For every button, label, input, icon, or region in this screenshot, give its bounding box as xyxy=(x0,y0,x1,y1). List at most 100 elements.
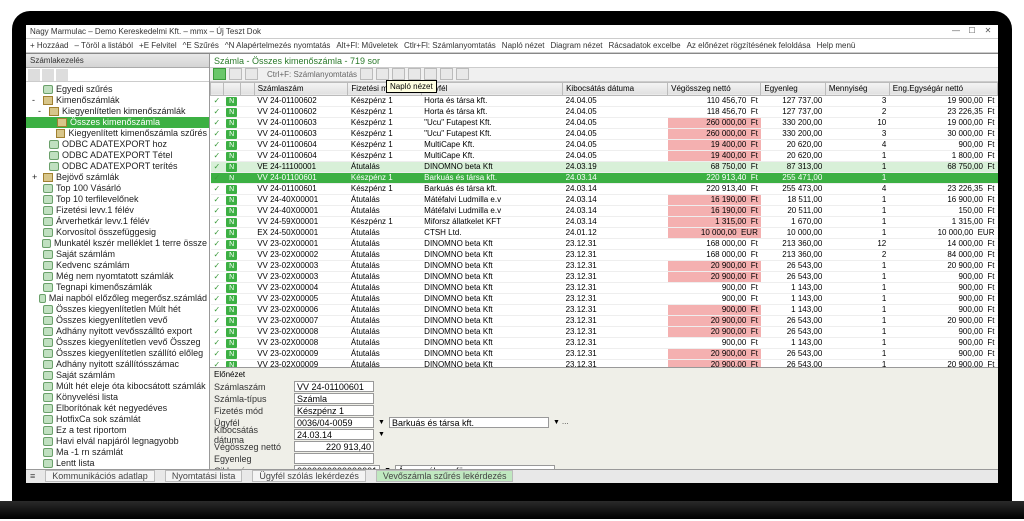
menu-item[interactable]: Napló nézet xyxy=(502,41,545,50)
table-row[interactable]: ✓NVV 24-59X00001Készpénz 1Miforsz állatk… xyxy=(211,216,998,227)
toolbar-icon[interactable] xyxy=(392,68,405,80)
tree-node[interactable]: Adhány nyitott szállítósszámac xyxy=(26,359,209,370)
table-row[interactable]: ✓NVE 24-11100001ÁtutalásDINOMNO beta Kft… xyxy=(211,161,998,172)
menu-item[interactable]: Diagram nézet xyxy=(551,41,603,50)
toolbar-icon[interactable] xyxy=(424,68,437,80)
statusbar-tab[interactable]: Ügyfél szólás lekérdezés xyxy=(252,470,366,482)
statusbar-tab[interactable]: Vevőszámla szűrés lekérdezés xyxy=(376,470,514,482)
column-header[interactable]: Kibocsátás dátuma xyxy=(563,82,668,95)
tree-node[interactable]: Összes kiegyenlítetlen szállító előleg xyxy=(26,348,209,359)
tree-node[interactable]: Mai napból előzőleg megerősz.számlád xyxy=(26,293,209,304)
table-row[interactable]: ✓NVV 23-02X00008ÁtutalásDINOMNO beta Kft… xyxy=(211,326,998,337)
table-row[interactable]: ✓NVV 23-02X00005ÁtutalásDINOMNO beta Kft… xyxy=(211,293,998,304)
menu-item[interactable]: ^E Szűrés xyxy=(183,41,219,50)
tree-node[interactable]: Összes kiegyenlítetlen vevő Összeg xyxy=(26,337,209,348)
column-header[interactable] xyxy=(240,82,254,95)
tree-node[interactable]: Fizetési levv.1 félév xyxy=(26,205,209,216)
tree[interactable]: Egyedi szűrés-Kimenőszámlák-Kiegyenlítet… xyxy=(26,82,209,469)
toolbar-icon[interactable] xyxy=(360,68,373,80)
column-header[interactable] xyxy=(211,82,224,95)
table-row[interactable]: ✓NVV 24-01100601Készpénz 1Barkuás és tár… xyxy=(211,172,998,183)
toolbar-icon[interactable] xyxy=(376,68,389,80)
tree-node[interactable]: Összes kiegyenlítetlen vevő xyxy=(26,315,209,326)
tree-node[interactable]: ODBC ADATEXPORT Tétel xyxy=(26,150,209,161)
menu-item[interactable]: Az előnézet rögzítésének feloldása xyxy=(687,41,811,50)
tree-node[interactable]: -Kimenőszámlák xyxy=(26,95,209,106)
table-row[interactable]: ✓NVV 24-40X00001ÁtutalásMátéfalvi Ludmil… xyxy=(211,194,998,205)
table-row[interactable]: ✓NVV 24-01100604Készpénz 1MultiCape Kft.… xyxy=(211,150,998,161)
tree-node[interactable]: Egyedi szűrés xyxy=(26,84,209,95)
tree-node[interactable]: Összes kiegyenlítetlen Múlt hét xyxy=(26,304,209,315)
menu-item[interactable]: ^N Alapértelmezés nyomtatás xyxy=(225,41,331,50)
tree-node[interactable]: +Bejövő számlák xyxy=(26,172,209,183)
tree-node[interactable]: Még nem nyomtatott számlák xyxy=(26,271,209,282)
toolbar-icon[interactable] xyxy=(408,68,421,80)
grid[interactable]: SzámlaszámFizetési módÜgyfélKibocsátás d… xyxy=(210,82,998,367)
table-row[interactable]: ✓NVV 23-02X00001ÁtutalásDINOMNO beta Kft… xyxy=(211,238,998,249)
tree-node[interactable]: Kedvenc számlám xyxy=(26,260,209,271)
table-row[interactable]: ✓NVV 23-02X00009ÁtutalásDINOMNO beta Kft… xyxy=(211,359,998,367)
menu-item[interactable]: Rácsadatok excelbe xyxy=(609,41,681,50)
detail-ugyfel-code[interactable]: 0036/04-0059 xyxy=(294,417,374,428)
column-header[interactable]: Mennyiség xyxy=(825,82,889,95)
tree-node[interactable]: Múlt hét eleje óta kibocsátott számlák xyxy=(26,381,209,392)
tree-node[interactable]: Korvosítol összefüggesig xyxy=(26,227,209,238)
tree-node[interactable]: Összes kimenőszámla xyxy=(26,117,209,128)
detail-ugyfel-name[interactable]: Barkuás és társa kft. xyxy=(389,417,549,428)
remove-button[interactable] xyxy=(229,68,242,80)
table-row[interactable]: ✓NVV 24-01100604Készpénz 1MultiCape Kft.… xyxy=(211,139,998,150)
tree-node[interactable]: Lentt lista xyxy=(26,458,209,469)
menu-item[interactable]: +E Felvitel xyxy=(139,41,177,50)
tree-node[interactable]: Ez a test riportom xyxy=(26,425,209,436)
detail-szamlaszam[interactable]: VV 24-01100601 xyxy=(294,381,374,392)
table-row[interactable]: ✓NVV 23-02X00008ÁtutalásDINOMNO beta Kft… xyxy=(211,337,998,348)
toolbar-icon[interactable] xyxy=(456,68,469,80)
table-row[interactable]: ✓NVV 23-02X00009ÁtutalásDINOMNO beta Kft… xyxy=(211,348,998,359)
tree-tool-icon[interactable] xyxy=(42,69,54,81)
tree-node[interactable]: Ma -1 rn számlát xyxy=(26,447,209,458)
detail-kibocs[interactable]: 24.03.14 xyxy=(294,429,374,440)
menu-item[interactable]: + Hozzáad xyxy=(30,41,68,50)
grid-header-row[interactable]: SzámlaszámFizetési módÜgyfélKibocsátás d… xyxy=(211,82,998,95)
minimize-button[interactable]: — xyxy=(950,26,962,36)
menu-item[interactable]: Alt+Fl: Műveletek xyxy=(336,41,398,50)
add-button[interactable] xyxy=(213,68,226,80)
detail-vegossz[interactable]: 220 913,40 xyxy=(294,441,374,452)
column-header[interactable] xyxy=(223,82,240,95)
filter-button[interactable] xyxy=(245,68,258,80)
tree-node[interactable]: Kiegyenlített kimenőszámla szűrés xyxy=(26,128,209,139)
table-row[interactable]: ✓NVV 23-02X00002ÁtutalásDINOMNO beta Kft… xyxy=(211,249,998,260)
menu-item[interactable]: Ctlr+Fl: Számlanyomtatás xyxy=(404,41,496,50)
tree-node[interactable]: -Kiegyenlítetlen kimenőszámlák xyxy=(26,106,209,117)
tree-node[interactable]: Top 100 Vásárló xyxy=(26,183,209,194)
tree-node[interactable]: Saját számlám xyxy=(26,370,209,381)
column-header[interactable]: Ügyfél xyxy=(421,82,562,95)
table-row[interactable]: ✓NVV 24-01100603Készpénz 1"Ucu" Futapest… xyxy=(211,117,998,128)
table-row[interactable]: ✓NVV 23-02X00007ÁtutalásDINOMNO beta Kft… xyxy=(211,315,998,326)
tree-node[interactable]: Top 10 terfilevelőnek xyxy=(26,194,209,205)
table-row[interactable]: ✓NVV 24-01100602Készpénz 1Horta és társa… xyxy=(211,95,998,106)
column-header[interactable]: Számlaszám xyxy=(254,82,348,95)
tree-node[interactable]: Adhány nyitott vevősszálltó export xyxy=(26,326,209,337)
tree-tool-icon[interactable] xyxy=(28,69,40,81)
tree-node[interactable]: Árverhetkár levv.1 félév xyxy=(26,216,209,227)
menu-item[interactable]: – Töröl a listából xyxy=(74,41,133,50)
tree-node[interactable]: ODBC ADATEXPORT terítés xyxy=(26,161,209,172)
table-row[interactable]: ✓NVV 23-02X00003ÁtutalásDINOMNO beta Kft… xyxy=(211,260,998,271)
tree-node[interactable]: Tegnapi kimenőszámlák xyxy=(26,282,209,293)
table-row[interactable]: ✓NVV 24-40X00001ÁtutalásMátéfalvi Ludmil… xyxy=(211,205,998,216)
detail-egyenleg[interactable] xyxy=(294,453,374,464)
column-header[interactable]: Végösszeg nettó xyxy=(668,82,761,95)
table-row[interactable]: ✓NVV 24-01100603Készpénz 1"Ucu" Futapest… xyxy=(211,128,998,139)
toolbar-icon[interactable] xyxy=(440,68,453,80)
tree-node[interactable]: Munkatél kszér melléklet 1 terre össze xyxy=(26,238,209,249)
tree-tool-icon[interactable] xyxy=(56,69,68,81)
maximize-button[interactable]: ☐ xyxy=(966,26,978,36)
table-row[interactable]: ✓NVV 23-02X00004ÁtutalásDINOMNO beta Kft… xyxy=(211,282,998,293)
menu-item[interactable]: Help menü xyxy=(817,41,856,50)
tree-node[interactable]: HotfixCa sok számlát xyxy=(26,414,209,425)
table-row[interactable]: ✓NVV 24-01100601Készpénz 1Barkuás és tár… xyxy=(211,183,998,194)
close-button[interactable]: ✕ xyxy=(982,26,994,36)
table-row[interactable]: ✓NVV 23-02X00003ÁtutalásDINOMNO beta Kft… xyxy=(211,271,998,282)
column-header[interactable]: Egyenleg xyxy=(761,82,825,95)
